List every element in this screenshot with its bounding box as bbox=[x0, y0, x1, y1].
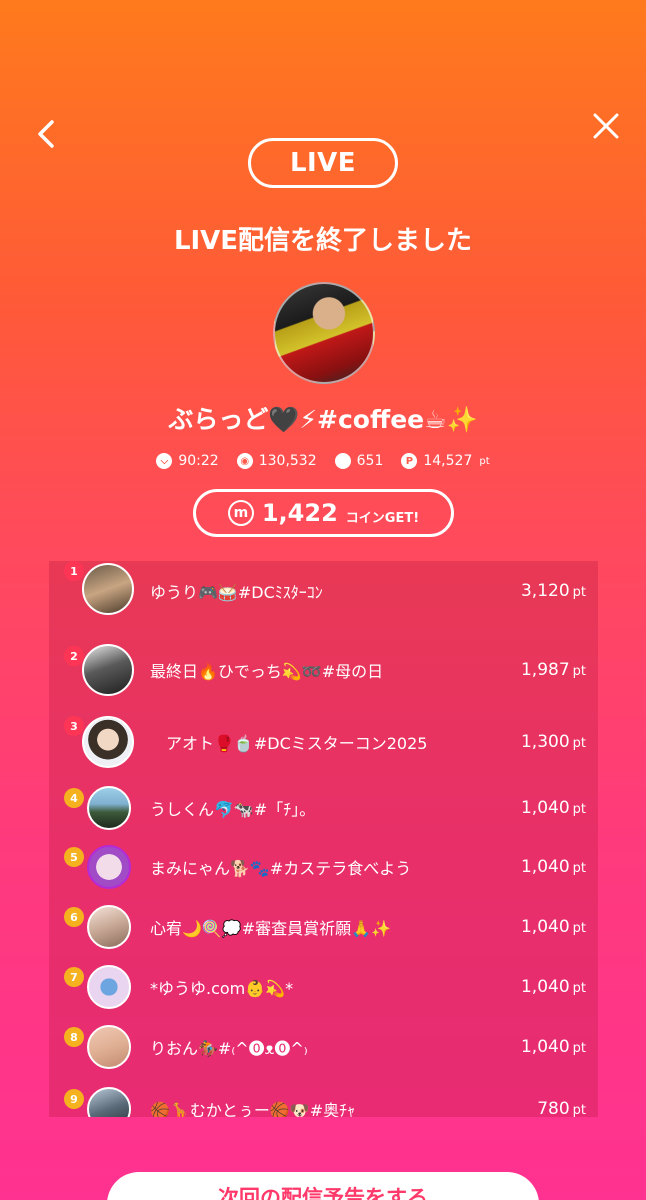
list-item[interactable]: 2 最終日🔥ひでっち💫➿#母の日 1,987 pt bbox=[49, 640, 598, 700]
rank-badge: 5 bbox=[64, 847, 84, 867]
viewer-name: まみにゃん🐕🐾#カステラ食べよう bbox=[150, 859, 412, 878]
stat-views: ◉ 130,532 bbox=[236, 453, 317, 469]
viewer-name: アオト🥊🍵#DCミスターコン2025 bbox=[150, 734, 428, 753]
viewer-points: 3,120 pt bbox=[520, 581, 586, 601]
viewer-name: りおん🏇#₍^⓿ᴥ⓿^₎ bbox=[150, 1039, 308, 1058]
viewer-name: うしくん🐬🐄#「ﾁ」。 bbox=[150, 800, 316, 819]
stat-duration: ⌵ 90:22 bbox=[156, 453, 219, 469]
viewers-icon: ◉ bbox=[236, 453, 253, 469]
avatar[interactable] bbox=[87, 845, 131, 889]
coin-amount: 1,422 bbox=[261, 499, 338, 527]
host-avatar[interactable] bbox=[273, 282, 375, 384]
close-icon bbox=[593, 113, 619, 139]
list-item[interactable]: 5 まみにゃん🐕🐾#カステラ食べよう 1,040 pt bbox=[49, 837, 598, 897]
viewer-points: 1,040 pt bbox=[520, 857, 586, 877]
avatar[interactable] bbox=[87, 786, 131, 830]
avatar[interactable] bbox=[87, 965, 131, 1009]
stat-points: P 14,527 pt bbox=[401, 453, 490, 469]
viewer-name: 心宥🌙🍭💭#審査員賞祈願🙏✨ bbox=[150, 919, 392, 938]
page-title: LIVE配信を終了しました bbox=[173, 226, 473, 256]
back-button[interactable] bbox=[26, 112, 66, 156]
live-badge: LIVE bbox=[248, 138, 398, 188]
viewer-points: 1,300 pt bbox=[520, 732, 586, 752]
avatar[interactable] bbox=[82, 563, 134, 615]
viewer-points: 1,040 pt bbox=[520, 798, 586, 818]
stats-row: ⌵ 90:22 ◉ 130,532 651 P 14,527 pt bbox=[0, 453, 646, 469]
clock-icon: ⌵ bbox=[156, 453, 173, 469]
rank-badge: 4 bbox=[64, 788, 84, 808]
viewer-points: 780 pt bbox=[537, 1099, 586, 1117]
viewer-name: *ゆうゆ.com👶💫* bbox=[150, 979, 294, 998]
comment-icon bbox=[334, 453, 351, 469]
duration-value: 90:22 bbox=[178, 453, 219, 469]
list-item[interactable]: 9 🏀🦒むかとぅー🏀🐶#奥ﾁｬ 780 pt bbox=[49, 1079, 598, 1117]
avatar[interactable] bbox=[87, 1025, 131, 1069]
stat-comments: 651 bbox=[334, 453, 384, 469]
viewer-points: 1,040 pt bbox=[520, 917, 586, 937]
list-item[interactable]: 7 *ゆうゆ.com👶💫* 1,040 pt bbox=[49, 957, 598, 1017]
rank-badge: 9 bbox=[64, 1089, 84, 1109]
viewer-name: ゆうり🎮🥁#DCﾐｽﾀｰｺﾝ bbox=[150, 583, 323, 602]
rank-badge: 6 bbox=[64, 907, 84, 927]
rank-badge: 2 bbox=[64, 646, 84, 666]
list-item[interactable]: 8 りおん🏇#₍^⓿ᴥ⓿^₎ 1,040 pt bbox=[49, 1017, 598, 1077]
list-item[interactable]: 6 心宥🌙🍭💭#審査員賞祈願🙏✨ 1,040 pt bbox=[49, 897, 598, 957]
live-label: LIVE bbox=[289, 148, 357, 178]
comments-value: 651 bbox=[356, 453, 384, 469]
viewer-points: 1,040 pt bbox=[520, 977, 586, 997]
ranking-list[interactable]: 1 ゆうり🎮🥁#DCﾐｽﾀｰｺﾝ 3,120 pt 2 最終日🔥ひでっち💫➿#母の… bbox=[49, 561, 598, 1117]
viewer-name: 🏀🦒むかとぅー🏀🐶#奥ﾁｬ bbox=[150, 1101, 356, 1117]
coin-icon: m bbox=[227, 500, 254, 526]
avatar[interactable] bbox=[82, 716, 134, 768]
points-value: 14,527 bbox=[423, 453, 473, 469]
schedule-next-live-button[interactable]: 次回の配信予告をする bbox=[107, 1172, 539, 1200]
avatar[interactable] bbox=[82, 644, 134, 696]
points-unit: pt bbox=[479, 455, 490, 467]
avatar[interactable] bbox=[87, 905, 131, 949]
list-item[interactable]: 4 うしくん🐬🐄#「ﾁ」。 1,040 pt bbox=[49, 778, 598, 838]
chevron-left-icon bbox=[38, 120, 54, 148]
viewer-points: 1,987 pt bbox=[520, 660, 586, 680]
list-item[interactable]: 3 アオト🥊🍵#DCミスターコン2025 1,300 pt bbox=[49, 712, 598, 772]
host-name: ぶらっど🖤⚡#coffee☕✨ bbox=[168, 405, 478, 434]
views-value: 130,532 bbox=[258, 453, 317, 469]
coin-label: コインGET! bbox=[345, 510, 420, 526]
list-item[interactable]: 1 ゆうり🎮🥁#DCﾐｽﾀｰｺﾝ 3,120 pt bbox=[49, 561, 598, 621]
coin-earned-badge: m 1,422 コインGET! bbox=[193, 489, 454, 537]
viewer-points: 1,040 pt bbox=[520, 1037, 586, 1057]
avatar[interactable] bbox=[87, 1087, 131, 1117]
rank-badge: 3 bbox=[64, 716, 84, 736]
close-button[interactable] bbox=[584, 104, 628, 148]
viewer-name: 最終日🔥ひでっち💫➿#母の日 bbox=[150, 662, 384, 681]
points-icon: P bbox=[401, 453, 418, 469]
rank-badge: 1 bbox=[64, 561, 84, 581]
rank-badge: 8 bbox=[64, 1027, 84, 1047]
schedule-next-live-label: 次回の配信予告をする bbox=[218, 1186, 428, 1200]
rank-badge: 7 bbox=[64, 967, 84, 987]
